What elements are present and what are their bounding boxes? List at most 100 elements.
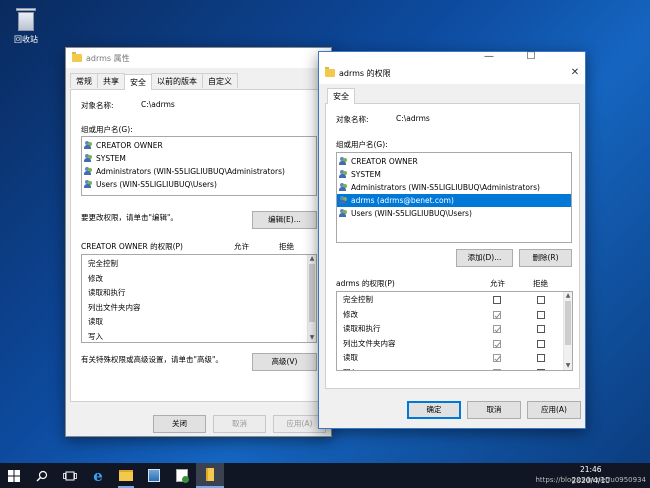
permission-row: 读取和执行	[337, 322, 572, 337]
scroll-down-icon[interactable]: ▼	[564, 362, 572, 370]
deny-checkbox[interactable]	[537, 296, 545, 304]
app-icon	[176, 469, 189, 483]
start-button[interactable]	[0, 463, 28, 488]
list-item[interactable]: CREATOR OWNER	[82, 139, 316, 152]
advanced-hint: 有关特殊权限或高级设置，请单击"高级"。	[81, 355, 223, 364]
ie-button[interactable]: e	[84, 463, 112, 488]
permissions-header[interactable]: adrms 的权限 ✕	[319, 62, 585, 84]
add-button[interactable]: 添加(D)...	[456, 249, 513, 267]
close-dialog-button[interactable]: 关闭	[153, 415, 206, 433]
allow-checkbox[interactable]	[493, 368, 501, 370]
permission-row: 完全控制	[88, 259, 118, 268]
list-item[interactable]: Administrators (WIN-S5LIGLIUBUQ\Administ…	[337, 181, 571, 194]
object-name-value: C:\adrms	[141, 100, 175, 109]
list-item[interactable]: Users (WIN-S5LIGLIUBUQ\Users)	[337, 207, 571, 220]
permissions-scrollbar[interactable]: ▲ ▼	[563, 292, 572, 370]
permissions-window: — ☐ adrms 的权限 ✕ 安全 对象名称: C:\adrms 组或用户名(…	[318, 51, 586, 429]
folder-icon	[325, 67, 335, 77]
list-item-selected[interactable]: adrms (adrms@benet.com)	[337, 194, 571, 207]
permission-row: 写入	[88, 331, 103, 341]
titlebar-strip: — ☐	[319, 51, 585, 62]
properties-titlebar[interactable]: adrms 属性 ✕	[66, 48, 331, 68]
allow-checkbox[interactable]	[493, 310, 501, 319]
allow-header: 允许	[234, 242, 249, 251]
folder-icon	[72, 52, 82, 62]
list-item[interactable]: Administrators (WIN-S5LIGLIUBUQ\Administ…	[82, 165, 316, 178]
user-group-icon	[339, 209, 349, 218]
deny-checkbox[interactable]	[537, 368, 545, 370]
app-button[interactable]	[168, 463, 196, 488]
advanced-button[interactable]: 高级(V)	[252, 353, 317, 371]
properties-window: adrms 属性 ✕ 常规 共享 安全 以前的版本 自定义 对象名称: C:\a…	[65, 47, 332, 437]
user-group-icon	[339, 183, 349, 192]
ok-button[interactable]: 确定	[407, 401, 461, 419]
allow-checkbox[interactable]	[493, 339, 501, 348]
permission-row: 读取和执行	[88, 288, 126, 297]
search-button[interactable]	[28, 463, 56, 488]
permissions-panel: 对象名称: C:\adrms 组或用户名(G): CREATOR OWNER S…	[325, 103, 580, 389]
deny-checkbox[interactable]	[537, 339, 545, 348]
permissions-title: adrms 的权限(P)	[336, 279, 395, 288]
user-group-icon	[339, 157, 349, 166]
watermark: https://blog.csdn.net/u0950934	[535, 476, 647, 484]
permission-row: 列出文件夹内容	[337, 337, 572, 352]
task-view-button[interactable]	[56, 463, 84, 488]
security-panel: 对象名称: C:\adrms 组或用户名(G): CREATOR OWNER S…	[70, 89, 327, 402]
close-icon[interactable]: ✕	[565, 63, 585, 83]
object-name-label: 对象名称:	[81, 101, 114, 110]
tab-general[interactable]: 常规	[70, 73, 98, 88]
tab-security[interactable]: 安全	[124, 74, 152, 90]
tab-customize[interactable]: 自定义	[202, 73, 238, 88]
user-group-icon	[84, 154, 94, 163]
list-item[interactable]: CREATOR OWNER	[337, 155, 571, 168]
folder-window-button[interactable]	[196, 463, 224, 488]
remove-button[interactable]: 删除(R)	[519, 249, 572, 267]
scroll-up-icon[interactable]: ▲	[308, 255, 316, 263]
file-explorer-button[interactable]	[112, 463, 140, 488]
folder-icon	[206, 468, 214, 481]
permission-row: 修改	[88, 273, 103, 283]
group-label: 组或用户名(G):	[81, 125, 133, 134]
group-label: 组或用户名(G):	[336, 140, 388, 149]
internet-explorer-icon: e	[93, 466, 103, 485]
task-view-icon	[63, 471, 77, 480]
file-explorer-icon	[119, 470, 133, 481]
tab-sharing[interactable]: 共享	[97, 73, 125, 88]
permissions-list: 完全控制 修改 读取和执行 列出文件夹内容 读取 写入 ▲ ▼	[336, 291, 573, 371]
permissions-title: CREATOR OWNER 的权限(P)	[81, 242, 183, 251]
scroll-thumb[interactable]	[309, 264, 315, 322]
allow-checkbox[interactable]	[493, 296, 501, 304]
server-manager-button[interactable]	[140, 463, 168, 488]
recycle-bin-icon	[14, 6, 38, 32]
edit-button[interactable]: 编辑(E)...	[252, 211, 317, 229]
list-item[interactable]: SYSTEM	[337, 168, 571, 181]
user-group-icon	[84, 180, 94, 189]
deny-checkbox[interactable]	[537, 354, 545, 362]
allow-checkbox[interactable]	[493, 325, 501, 333]
recycle-bin-shortcut[interactable]: 回收站	[8, 6, 44, 45]
change-hint: 要更改权限，请单击"编辑"。	[81, 213, 178, 222]
deny-checkbox[interactable]	[537, 325, 545, 333]
permissions-title: adrms 的权限	[339, 68, 391, 78]
user-list[interactable]: CREATOR OWNER SYSTEM Administrators (WIN…	[336, 152, 572, 243]
user-list[interactable]: CREATOR OWNER SYSTEM Administrators (WIN…	[81, 136, 317, 196]
scroll-thumb[interactable]	[565, 301, 571, 345]
scroll-down-icon[interactable]: ▼	[308, 334, 316, 342]
cancel-button[interactable]: 取消	[467, 401, 521, 419]
permission-row: 完全控制	[337, 293, 572, 308]
deny-checkbox[interactable]	[537, 310, 545, 319]
apply-button[interactable]: 应用(A)	[527, 401, 581, 419]
allow-header: 允许	[490, 279, 505, 288]
scroll-up-icon[interactable]: ▲	[564, 292, 572, 300]
allow-checkbox[interactable]	[493, 354, 501, 362]
object-name-label: 对象名称:	[336, 115, 369, 124]
tab-security[interactable]: 安全	[327, 88, 355, 104]
properties-title: adrms 属性	[86, 53, 130, 63]
list-item[interactable]: Users (WIN-S5LIGLIUBUQ\Users)	[82, 178, 316, 191]
permissions-list: 完全控制 修改 读取和执行 列出文件夹内容 读取 写入 ▲ ▼	[81, 254, 317, 343]
tab-previous-versions[interactable]: 以前的版本	[151, 73, 203, 88]
object-name-value: C:\adrms	[396, 114, 430, 123]
permissions-scrollbar[interactable]: ▲ ▼	[307, 255, 316, 342]
list-item[interactable]: SYSTEM	[82, 152, 316, 165]
recycle-bin-label: 回收站	[14, 35, 38, 44]
